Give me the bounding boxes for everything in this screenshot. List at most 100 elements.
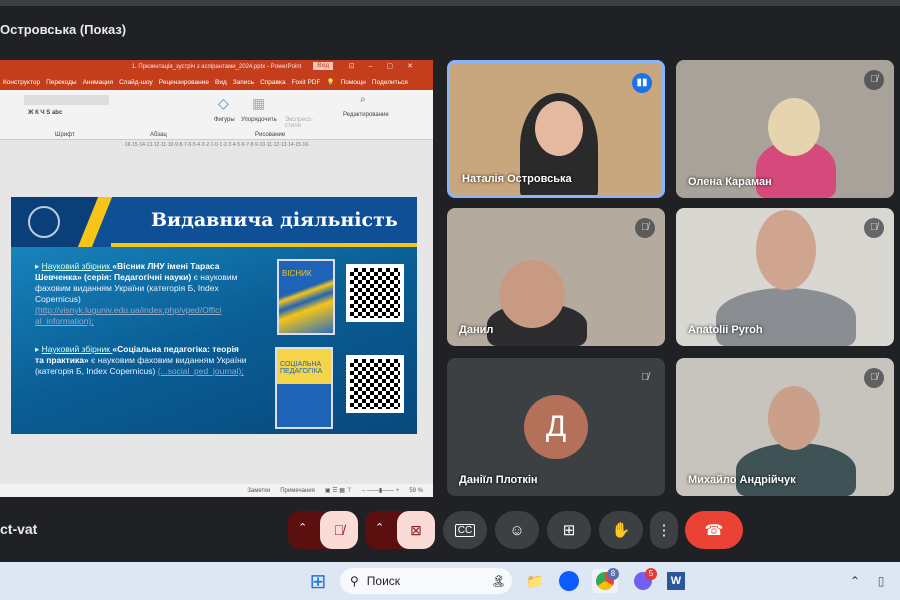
participant-tile[interactable]: 🎙̸ Олена Караман xyxy=(676,60,894,198)
menu-item[interactable]: Запись xyxy=(233,79,254,86)
search-icon: ⌕ xyxy=(360,94,366,105)
hand-icon: ✋ xyxy=(611,522,631,539)
viber-icon[interactable]: 5 xyxy=(632,568,657,593)
menu-item[interactable]: Анимация xyxy=(83,79,114,86)
journal-cover-visnyk: ВІСНИК xyxy=(277,259,335,335)
file-explorer-icon[interactable]: 📁 xyxy=(524,569,546,593)
slide-bullet-2: ▸ Науковий збірник «Соціальна педагогіка… xyxy=(35,344,247,376)
chrome-badge: 8 xyxy=(607,568,619,580)
participant-name: Олена Караман xyxy=(688,176,772,188)
more-options-button[interactable]: ⋮ xyxy=(650,511,678,549)
presenter-title: Островська (Показ) xyxy=(0,22,127,37)
menu-item[interactable]: Переходы xyxy=(46,79,77,86)
chevron-up-icon[interactable]: ⌃ xyxy=(846,569,864,593)
menu-item[interactable]: Foxit PDF xyxy=(292,79,321,86)
zoom-level[interactable]: 59 % xyxy=(409,488,423,494)
ppt-statusbar: Заметки Примечания ▣ ☰ ▦ ⊤ – ——▮—— + 59 … xyxy=(0,484,433,497)
chrome-icon[interactable]: 8 xyxy=(592,568,619,593)
shapes-button[interactable]: Фигуры xyxy=(214,117,235,123)
viber-badge: 5 xyxy=(645,568,657,580)
hang-up-icon: ☎ xyxy=(704,522,724,539)
captions-button[interactable]: CC xyxy=(443,511,487,549)
zoom-app-icon[interactable] xyxy=(558,569,580,593)
participant-name: Даніїл Плоткін xyxy=(459,474,538,486)
menu-item[interactable]: Помощн xyxy=(341,79,366,86)
lightbulb-icon: 💡 xyxy=(326,79,335,86)
slide: Видавнича діяльність ▸ Науковий збірник … xyxy=(11,197,417,434)
menu-item[interactable]: Вид xyxy=(215,79,227,86)
journal-cover-social: СОЦІАЛЬНА ПЕДАГОГІКА xyxy=(275,347,333,429)
shapes-icon: ◇ xyxy=(218,95,229,111)
reactions-button[interactable]: ☺ xyxy=(495,511,539,549)
ppt-titlebar: 1. Презентація_зустріч з аспірантами_202… xyxy=(0,60,433,74)
menu-item[interactable]: Конструктор xyxy=(3,79,40,86)
qr-code xyxy=(346,355,404,413)
view-buttons[interactable]: ▣ ☰ ▦ ⊤ xyxy=(325,487,352,494)
participant-name: Данил xyxy=(459,324,494,336)
participant-tile[interactable]: 🎙̸ Данил xyxy=(447,208,665,346)
usb-drive-icon[interactable]: ▯ xyxy=(874,569,888,593)
camera-off-icon[interactable]: ⊠ xyxy=(397,511,435,549)
top-strip xyxy=(0,0,900,6)
notes-button[interactable]: Заметки xyxy=(247,488,270,494)
ribbon: Ж К Ч S abc Шрифт Абзац ◇ ▦ Фигуры Упоря… xyxy=(0,90,433,140)
slide-title: Видавнича діяльність xyxy=(151,209,398,231)
menu-item[interactable]: Справка xyxy=(260,79,286,86)
ruler: ·16·15·14·13·12·11·10·9·8·7·6·5·4·3·2·1·… xyxy=(0,140,433,150)
ppt-window-title: 1. Презентація_зустріч з аспірантами_202… xyxy=(131,64,302,70)
participant-tile[interactable]: 🎙̸ Михайло Андрійчук xyxy=(676,358,894,496)
menu-item[interactable]: Слайд-шоу xyxy=(119,79,153,86)
chevron-up-icon[interactable]: ⌃ xyxy=(298,521,307,534)
participant-tile[interactable]: 🎙̸ Anatolii Pyroh xyxy=(676,208,894,346)
search-icon: ⚲ xyxy=(350,574,359,588)
mic-off-icon[interactable]: 🎙̸ xyxy=(320,511,358,549)
word-icon[interactable]: W xyxy=(665,569,687,593)
mic-off-icon: 🎙̸ xyxy=(864,368,884,388)
present-icon: ⊞ xyxy=(562,522,576,539)
drawing-group-label: Рисование xyxy=(255,132,286,138)
zoom-slider[interactable]: – ——▮—— + xyxy=(362,487,399,494)
mic-off-icon: 🎙̸ xyxy=(635,368,655,388)
ppt-menu: Конструктор Переходы Анимация Слайд-шоу … xyxy=(0,74,433,90)
window-controls[interactable]: ⊡–▢✕ xyxy=(349,62,427,70)
speaking-indicator-icon: ▮▮ xyxy=(632,73,652,93)
qr-code xyxy=(346,264,404,322)
more-vert-icon: ⋮ xyxy=(656,522,672,539)
emoji-icon: ☺ xyxy=(509,521,525,539)
start-windows-icon[interactable]: ⊞ xyxy=(307,569,329,593)
express-styles-button[interactable]: Экспресс-стили xyxy=(285,117,315,129)
login-button[interactable]: Вхід xyxy=(313,62,333,70)
bullet-link[interactable]: (http://visnyk.luguniv.edu.ua/index.php/… xyxy=(35,305,221,326)
participant-tile[interactable]: ▮▮ Наталія Островська xyxy=(447,60,665,198)
camera-control[interactable]: ⌃ ⊠ xyxy=(365,511,435,549)
captions-icon: CC xyxy=(454,523,476,537)
arrange-button[interactable]: Упорядочить xyxy=(241,117,277,123)
mic-off-icon: 🎙̸ xyxy=(864,70,884,90)
island-icon: 🏝 xyxy=(490,574,506,588)
chevron-up-icon[interactable]: ⌃ xyxy=(375,521,384,534)
editing-button[interactable]: Редактирование xyxy=(343,112,389,118)
font-buttons[interactable]: Ж К Ч S abc xyxy=(28,110,62,116)
present-button[interactable]: ⊞ xyxy=(547,511,591,549)
leave-call-button[interactable]: ☎ xyxy=(685,511,743,549)
mic-control[interactable]: ⌃ 🎙̸ xyxy=(288,511,358,549)
avatar: Д xyxy=(524,395,588,459)
participant-tile[interactable]: Д 🎙̸ Даніїл Плоткін xyxy=(447,358,665,496)
search-placeholder: Поиск xyxy=(366,574,401,588)
font-name-box[interactable] xyxy=(24,95,109,105)
slide-bullet-1: ▸ Науковий збірник «Вісник ЛНУ імені Тар… xyxy=(35,261,238,326)
participant-name: Наталія Островська xyxy=(462,173,572,185)
raise-hand-button[interactable]: ✋ xyxy=(599,511,643,549)
font-group-label: Шрифт xyxy=(55,132,75,138)
participant-name: Михайло Андрійчук xyxy=(688,474,796,486)
mic-off-icon: 🎙̸ xyxy=(635,218,655,238)
meeting-code: ct-vat xyxy=(0,521,38,537)
bullet-link[interactable]: (...social_ped_journal); xyxy=(158,366,244,376)
menu-item-share[interactable]: Поделиться xyxy=(372,79,408,86)
mic-off-icon: 🎙̸ xyxy=(864,218,884,238)
paragraph-group-label: Абзац xyxy=(150,132,167,138)
menu-item[interactable]: Рецензирование xyxy=(159,79,209,86)
taskbar-search[interactable]: ⚲ Поиск 🏝 xyxy=(340,568,512,594)
comments-button[interactable]: Примечания xyxy=(280,488,315,494)
arrange-icon: ▦ xyxy=(252,95,266,111)
